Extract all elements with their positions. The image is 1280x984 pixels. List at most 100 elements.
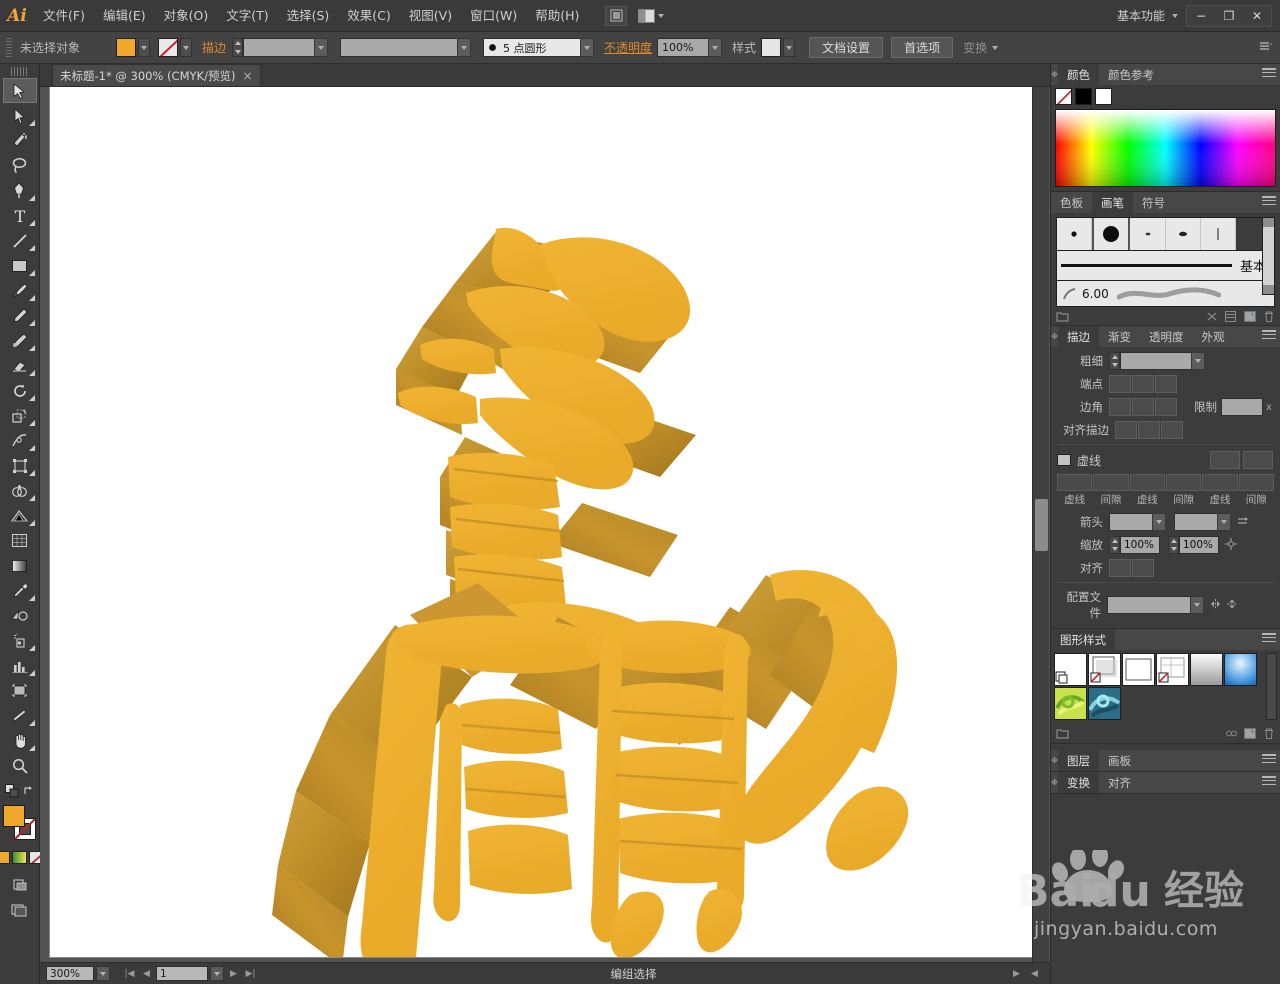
close-button[interactable]: ✕ [1243, 6, 1271, 26]
previous-artboard-button[interactable]: ◀ [139, 966, 154, 981]
menu-window[interactable]: 窗口(W) [461, 0, 526, 32]
artboard-tool[interactable] [3, 678, 37, 703]
arrow-place-at-end-button[interactable] [1132, 559, 1154, 577]
brush-libraries-icon[interactable] [1056, 310, 1069, 323]
type-tool[interactable]: T [3, 203, 37, 228]
brush-preset-line[interactable] [1201, 218, 1237, 250]
dash-align-corners-button[interactable] [1243, 451, 1273, 469]
color-panel-grip[interactable]: ✥ [1051, 64, 1058, 85]
graphic-styles-menu-icon[interactable] [1262, 633, 1276, 645]
stroke-weight-panel-field[interactable] [1120, 352, 1192, 370]
align-stroke-inside-button[interactable] [1138, 421, 1160, 439]
magic-wand-tool[interactable] [3, 128, 37, 153]
canvas-vertical-scrollbar[interactable] [1032, 87, 1049, 962]
brush-preset-tiny[interactable] [1130, 218, 1166, 250]
opacity-label[interactable]: 不透明度 [604, 39, 652, 56]
menu-help[interactable]: 帮助(H) [526, 0, 588, 32]
artwork-3d-calligraphy[interactable] [50, 87, 1040, 957]
menu-edit[interactable]: 编辑(E) [94, 0, 155, 32]
layers-panel-grip[interactable]: ✥ [1051, 750, 1058, 771]
document-setup-button[interactable]: 文档设置 [809, 37, 884, 58]
brush-art-row[interactable]: 6.00 [1056, 281, 1275, 307]
style-shadow[interactable] [1088, 653, 1121, 686]
restore-button[interactable]: ❐ [1215, 6, 1243, 26]
tab-brushes[interactable]: 画笔 [1092, 192, 1133, 213]
first-artboard-button[interactable]: |◀ [122, 966, 137, 981]
profile-dropdown[interactable] [1190, 596, 1204, 614]
zoom-level-field[interactable]: 300% [46, 966, 94, 981]
minimize-button[interactable]: − [1187, 6, 1215, 26]
gap-field-3[interactable] [1238, 474, 1274, 491]
hand-tool[interactable] [3, 728, 37, 753]
status-text[interactable]: 编组选择 [258, 966, 1009, 982]
arrange-documents-icon[interactable] [638, 8, 665, 23]
black-swatch[interactable] [1075, 88, 1092, 105]
stroke-color-control[interactable] [158, 38, 192, 57]
color-spectrum[interactable] [1055, 109, 1276, 187]
stroke-weight-panel-dropdown[interactable] [1191, 352, 1205, 370]
gap-field-2[interactable] [1165, 474, 1202, 491]
arrow-extend-beyond-button[interactable] [1109, 559, 1131, 577]
menu-view[interactable]: 视图(V) [400, 0, 461, 32]
none-swatch[interactable] [1055, 88, 1072, 105]
swap-fill-stroke-icon[interactable] [23, 785, 35, 800]
zoom-tool[interactable] [3, 753, 37, 778]
graphic-style-dropdown[interactable] [783, 38, 796, 57]
dashed-line-checkbox[interactable] [1057, 454, 1071, 466]
shape-builder-tool[interactable] [3, 478, 37, 503]
link-arrow-scales-icon[interactable] [1225, 537, 1237, 553]
gradient-mode-button[interactable] [12, 851, 27, 864]
control-bar-menu-icon[interactable] [1260, 41, 1272, 55]
artboard-number-field[interactable]: 1 [156, 966, 208, 981]
selection-tool[interactable] [2, 78, 37, 103]
vertical-scroll-thumb[interactable] [1035, 499, 1048, 551]
brushes-panel-menu-icon[interactable] [1262, 196, 1276, 208]
arrow-scale-end-field[interactable]: 100% [1179, 536, 1219, 554]
color-mode-button[interactable] [0, 851, 10, 864]
tab-gradient[interactable]: 渐变 [1099, 326, 1140, 347]
status-menu-left-icon[interactable]: ◀ [1027, 966, 1042, 981]
style-teal-swirl[interactable] [1088, 687, 1121, 720]
gap-field-1[interactable] [1093, 474, 1129, 491]
artboard-dropdown[interactable] [210, 966, 224, 981]
round-cap-button[interactable] [1132, 375, 1154, 393]
stroke-weight-panel-spinner[interactable] [1109, 352, 1120, 370]
stroke-weight-spinner[interactable] [232, 38, 244, 57]
swap-arrowheads-icon[interactable] [1237, 515, 1249, 530]
tab-graphic-styles[interactable]: 图形样式 [1051, 629, 1115, 650]
tab-symbols[interactable]: 符号 [1133, 192, 1174, 213]
opacity-field[interactable]: 100% [657, 38, 710, 57]
style-green-swirl[interactable] [1054, 687, 1087, 720]
layers-panel-menu-icon[interactable] [1262, 754, 1276, 766]
tab-transform[interactable]: 变换 [1058, 772, 1099, 793]
style-blue-gradient[interactable] [1224, 653, 1257, 686]
graphic-styles-scrollbar[interactable] [1266, 653, 1277, 720]
style-blank[interactable] [1122, 653, 1155, 686]
arrowhead-end-field[interactable] [1174, 513, 1218, 531]
tab-stroke[interactable]: 描边 [1058, 326, 1099, 347]
variable-width-profile-dropdown[interactable] [580, 38, 595, 57]
bridge-icon[interactable] [605, 5, 628, 26]
stroke-label[interactable]: 描边 [202, 39, 226, 56]
tools-panel-grip[interactable] [10, 67, 29, 76]
tab-color-guide[interactable]: 颜色参考 [1099, 64, 1163, 85]
opacity-dropdown[interactable] [708, 38, 723, 57]
bevel-join-button[interactable] [1155, 398, 1177, 416]
paintbrush-tool[interactable] [3, 278, 37, 303]
eraser-tool[interactable] [3, 353, 37, 378]
screen-mode-icon[interactable] [3, 897, 37, 922]
brush-preset-small-dot[interactable] [1057, 218, 1093, 250]
symbol-sprayer-tool[interactable] [3, 628, 37, 653]
scale-tool[interactable] [3, 403, 37, 428]
flip-profile-along-icon[interactable] [1226, 598, 1239, 613]
pen-tool[interactable] [3, 178, 37, 203]
stroke-weight-dropdown[interactable] [314, 38, 329, 57]
column-graph-tool[interactable] [3, 653, 37, 678]
brushes-scrollbar[interactable] [1262, 217, 1275, 295]
stroke-swatch[interactable] [158, 38, 178, 57]
transform-panel-grip[interactable]: ✥ [1051, 772, 1058, 793]
align-stroke-outside-button[interactable] [1161, 421, 1183, 439]
drawing-modes-icon[interactable] [3, 872, 37, 897]
workspace-switcher[interactable]: 基本功能 [1110, 7, 1172, 24]
blend-tool[interactable] [3, 603, 37, 628]
